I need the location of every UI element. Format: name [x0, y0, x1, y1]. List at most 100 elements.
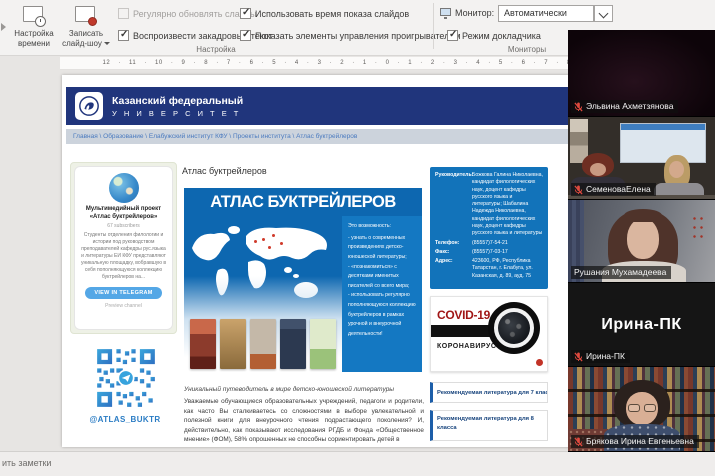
monitor-dropdown[interactable]: Автоматически: [498, 5, 594, 22]
participant-name-tag: Брякова Ирина Евгеньевна: [571, 435, 699, 448]
participant-name: Эльвина Ахметзянова: [586, 100, 673, 113]
kfu-leopard-emblem: [78, 95, 100, 117]
mic-muted-icon: [574, 185, 583, 195]
feature-item: - «познакомиться» с десятками именитых п…: [348, 263, 417, 292]
participant-name-tag: Ирина-ПК: [571, 350, 630, 363]
covid-subtitle: КОРОНАВИРУС: [437, 343, 496, 350]
contact-value: 423600, РФ, Республика Татарстан, г. Ела…: [472, 258, 543, 280]
participant-name-tag: СеменоваЕлена: [571, 183, 656, 196]
map-marker: [262, 238, 265, 241]
decor-person-hair-top: [624, 209, 662, 222]
decor-projector-screen: [620, 123, 706, 163]
map-marker: [272, 234, 275, 237]
video-tile-bryakova[interactable]: Брякова Ирина Евгеньевна: [568, 367, 715, 452]
video-conference-panel: Эльвина Ахметзянова СеменоваЕлена: [568, 30, 715, 452]
banner-map-area: [184, 216, 342, 372]
checkbox-use-timings[interactable]: Использовать время показа слайдов: [240, 8, 409, 19]
decor-wall-dots: [691, 214, 707, 244]
participant-name: Рушания Мухамадеева: [574, 266, 666, 279]
contact-value: (85557)7-54-21: [472, 240, 543, 247]
video-tile-rushaniya[interactable]: Рушания Мухамадеева: [568, 200, 715, 283]
participant-display-name: Ирина-ПК: [601, 316, 681, 334]
qr-code: [95, 347, 157, 409]
kfu-logo: [75, 92, 103, 120]
coronavirus-icon: [498, 312, 530, 344]
map-marker: [254, 240, 257, 243]
checkbox-box: [118, 30, 129, 41]
checkbox-label: Использовать время показа слайдов: [255, 9, 409, 19]
recommended-literature-7-link[interactable]: Рекомендуемая литература для 7 класса: [430, 382, 548, 403]
banner-features-panel: Это возможность: - узнать о современных …: [342, 216, 422, 372]
video-tile-semenova[interactable]: СеменоваЕлена: [568, 117, 715, 200]
participant-name: Брякова Ирина Евгеньевна: [586, 435, 694, 448]
covid-banner: COVID-19 КОРОНАВИРУС: [430, 296, 548, 372]
covid-title: COVID-19: [437, 308, 490, 322]
contact-value: Божкова Галина Николаевна, кандидат фило…: [472, 172, 543, 238]
telegram-subscribers-count: 67 subscribers: [80, 223, 167, 229]
map-marker: [280, 242, 283, 245]
qr-code-image: [95, 347, 157, 409]
book-cover: [310, 319, 336, 369]
telegram-embed-card: Мультимедийный проект «Атлас буктрейлеро…: [70, 162, 177, 334]
participant-name-tag: Рушания Мухамадеева: [571, 266, 671, 279]
contact-label: Руководитель:: [435, 172, 472, 238]
video-tile-irina-pk[interactable]: Ирина-ПК Ирина-ПК: [568, 283, 715, 367]
book-cover: [190, 319, 216, 369]
book-cover: [220, 319, 246, 369]
banner-title: АТЛАС БУКТРЕЙЛЕРОВ: [184, 193, 422, 212]
book-covers-row: [184, 319, 342, 369]
preview-channel-link[interactable]: Preview channel: [80, 303, 167, 309]
subtitle-italic: Уникальный путеводитель в мире детско-юн…: [184, 386, 394, 393]
contact-row-head: Руководитель: Божкова Галина Николаевна,…: [435, 172, 543, 238]
mic-muted-icon: [574, 437, 583, 447]
video-tile-elvina[interactable]: Эльвина Ахметзянова: [568, 30, 715, 117]
kfu-header-text: Казанский федеральный У Н И В Е Р С И Т …: [112, 95, 243, 118]
contact-info-box: Руководитель: Божкова Галина Николаевна,…: [430, 167, 548, 289]
magnifier-lens-icon: [488, 302, 540, 354]
checkbox-update-slides[interactable]: Регулярно обновлять слайды: [118, 8, 256, 19]
cut-off-ribbon-icon: [1, 23, 6, 31]
kfu-title-line1: Казанский федеральный: [112, 95, 243, 107]
recommended-literature-8-link[interactable]: Рекомендуемая литература для 8 класса: [430, 410, 548, 441]
red-dot-decor: [536, 359, 543, 366]
rehearse-timings-icon: [21, 4, 47, 27]
participant-name: Ирина-ПК: [586, 350, 625, 363]
checkbox-box: [118, 8, 129, 19]
decor-glasses-left: [628, 404, 640, 412]
notes-pane[interactable]: ить заметки: [0, 451, 715, 476]
monitor-icon: [440, 8, 451, 16]
checkbox-box: [240, 30, 251, 41]
telegram-handle-label: @ATLAS_BUKTR: [70, 415, 180, 424]
book-cover: [280, 319, 306, 369]
ribbon-group-divider: [433, 3, 434, 49]
checkbox-label: Регулярно обновлять слайды: [133, 9, 256, 19]
intro-paragraph: Уважаемые обучающиеся образовательных уч…: [184, 397, 424, 445]
decor-glasses-right: [644, 404, 656, 412]
powerpoint-window: { "ribbon": { "rehearse_button": "Настро…: [0, 0, 715, 476]
record-slideshow-icon: [73, 4, 99, 27]
decor-screen-header: [621, 124, 705, 130]
book-cover: [250, 319, 276, 369]
checkbox-presenter-view[interactable]: Режим докладчика: [447, 30, 541, 41]
mic-muted-icon: [574, 102, 583, 112]
contact-label: Факс:: [435, 249, 472, 256]
kfu-title-line2: У Н И В Е Р С И Т Е Т: [112, 109, 243, 118]
monitor-label: Монитор:: [455, 8, 494, 18]
view-in-telegram-button[interactable]: VIEW IN TELEGRAM: [85, 287, 161, 299]
contact-row-phone: Телефон: (85557)7-54-21: [435, 240, 543, 247]
atlas-banner: АТЛАС БУКТРЕЙЛЕРОВ: [184, 188, 422, 372]
record-dot-icon: [88, 17, 97, 26]
telegram-channel-title: Мультимедийный проект «Атлас буктрейлеро…: [80, 206, 167, 221]
checkbox-show-media-controls[interactable]: Показать элементы управления проигрывате…: [240, 30, 461, 41]
telegram-channel-avatar: [109, 173, 139, 203]
telegram-card-body: Мультимедийный проект «Атлас буктрейлеро…: [74, 166, 173, 330]
monitor-dropdown-arrow[interactable]: [594, 5, 613, 22]
contact-row-fax: Факс: (85557)7-03-17: [435, 249, 543, 256]
participant-name-tag: Эльвина Ахметзянова: [571, 100, 678, 113]
page-title: Атлас буктрейлеров: [182, 166, 267, 176]
decor-person-face: [669, 161, 684, 178]
checkbox-box: [447, 30, 458, 41]
decor-person-face: [590, 163, 606, 176]
telegram-channel-description: Студенты отделения филологии и истории п…: [80, 232, 167, 281]
feature-item: - использовать регулярно пополняющуюся к…: [348, 291, 417, 339]
